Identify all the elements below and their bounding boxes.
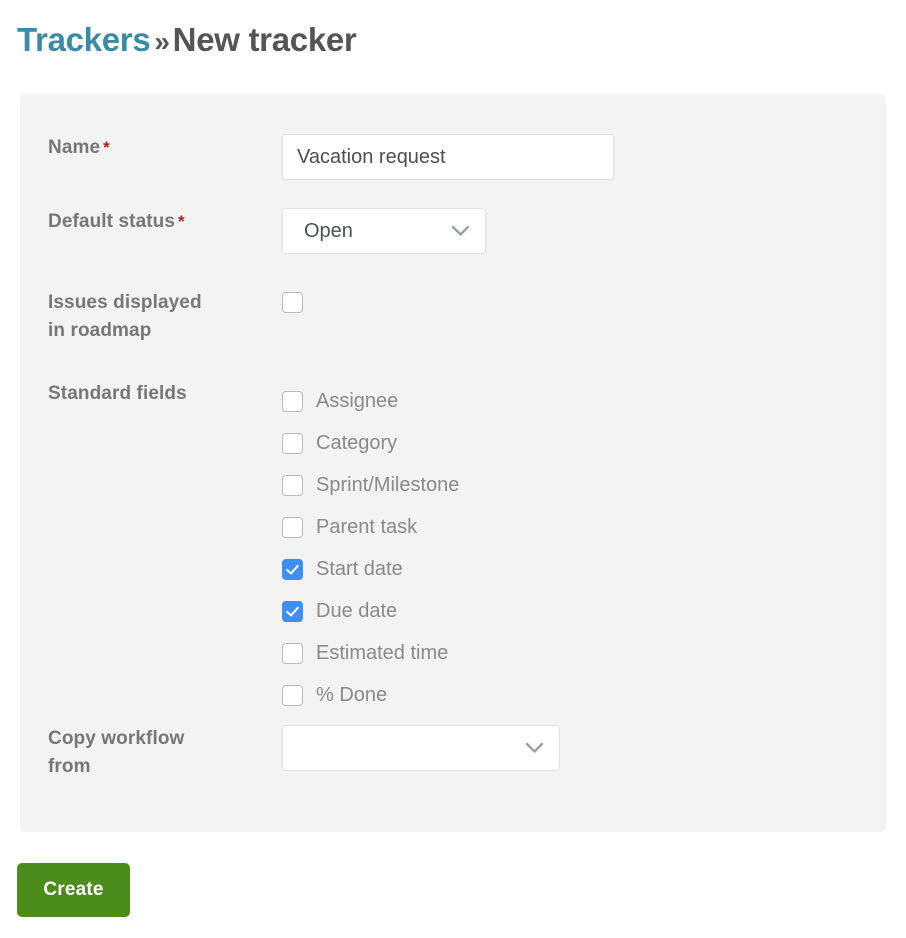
breadcrumb-link-trackers[interactable]: Trackers bbox=[17, 21, 151, 58]
standard-field-item[interactable]: Assignee bbox=[282, 380, 459, 422]
name-control bbox=[282, 134, 614, 180]
tracker-form-panel: Name* Default status* Open Issues displa… bbox=[20, 94, 886, 832]
copy-workflow-control bbox=[282, 725, 560, 771]
standard-field-checkbox[interactable] bbox=[282, 558, 303, 580]
standard-field-item[interactable]: % Done bbox=[282, 674, 459, 716]
field-row-copy-workflow: Copy workflow from bbox=[20, 725, 560, 781]
roadmap-label-line2: in roadmap bbox=[48, 320, 152, 341]
standard-field-item[interactable]: Category bbox=[282, 422, 459, 464]
standard-field-item[interactable]: Due date bbox=[282, 590, 459, 632]
standard-field-label: Start date bbox=[316, 558, 403, 580]
standard-field-checkbox[interactable] bbox=[282, 600, 303, 622]
standard-fields-list: Assignee Category Sprint/Milestone Parent t… bbox=[282, 380, 459, 716]
default-status-label: Default status * bbox=[20, 208, 282, 236]
standard-field-label: Estimated time bbox=[316, 642, 449, 664]
roadmap-label-line1: Issues displayed bbox=[48, 292, 202, 313]
standard-field-label: % Done bbox=[316, 684, 388, 706]
standard-field-label: Parent task bbox=[316, 516, 418, 538]
copy-workflow-select[interactable] bbox=[282, 725, 560, 771]
field-row-name: Name * bbox=[20, 134, 614, 180]
standard-field-label: Category bbox=[316, 432, 398, 454]
default-status-select[interactable]: Open bbox=[282, 208, 486, 254]
standard-field-checkbox[interactable] bbox=[282, 432, 303, 454]
default-status-value: Open bbox=[304, 219, 353, 242]
standard-field-checkbox[interactable] bbox=[282, 516, 303, 538]
standard-field-checkbox[interactable] bbox=[282, 642, 303, 664]
copy-workflow-label-line1: Copy workflow bbox=[48, 728, 185, 749]
standard-field-item[interactable]: Estimated time bbox=[282, 632, 459, 674]
field-row-standard-fields: Standard fields Assignee Category Sprint/M… bbox=[20, 380, 459, 716]
default-status-label-text: Default status bbox=[48, 211, 176, 232]
standard-field-item[interactable]: Parent task bbox=[282, 506, 459, 548]
chevron-down-icon bbox=[445, 209, 475, 253]
standard-field-label: Assignee bbox=[316, 390, 399, 412]
chevron-down-icon bbox=[519, 726, 549, 770]
standard-field-item[interactable]: Sprint/Milestone bbox=[282, 464, 459, 506]
standard-fields-label: Standard fields bbox=[48, 383, 187, 404]
field-row-default-status: Default status * Open bbox=[20, 208, 486, 254]
roadmap-checkbox[interactable] bbox=[282, 292, 303, 313]
standard-field-checkbox[interactable] bbox=[282, 474, 303, 496]
standard-fields-control: Assignee Category Sprint/Milestone Parent t… bbox=[282, 380, 459, 716]
standard-field-checkbox[interactable] bbox=[282, 684, 303, 706]
copy-workflow-label-line2: from bbox=[48, 756, 91, 777]
standard-field-checkbox[interactable] bbox=[282, 390, 303, 412]
name-input[interactable] bbox=[282, 134, 614, 180]
default-status-control: Open bbox=[282, 208, 486, 254]
roadmap-label: Issues displayed in roadmap bbox=[20, 289, 282, 345]
page-title: Trackers »New tracker bbox=[0, 0, 906, 64]
field-row-roadmap: Issues displayed in roadmap bbox=[20, 289, 303, 345]
breadcrumb-separator: » bbox=[154, 26, 170, 57]
name-label: Name * bbox=[20, 134, 282, 162]
name-label-text: Name bbox=[48, 137, 101, 158]
default-status-required-marker: * bbox=[178, 212, 185, 231]
copy-workflow-label: Copy workflow from bbox=[20, 725, 282, 781]
standard-field-label: Due date bbox=[316, 600, 398, 622]
standard-field-item[interactable]: Start date bbox=[282, 548, 459, 590]
name-required-marker: * bbox=[103, 138, 110, 157]
create-button[interactable]: Create bbox=[17, 863, 130, 917]
roadmap-control bbox=[282, 289, 303, 313]
breadcrumb-current: New tracker bbox=[172, 21, 357, 58]
standard-field-label: Sprint/Milestone bbox=[316, 474, 460, 496]
